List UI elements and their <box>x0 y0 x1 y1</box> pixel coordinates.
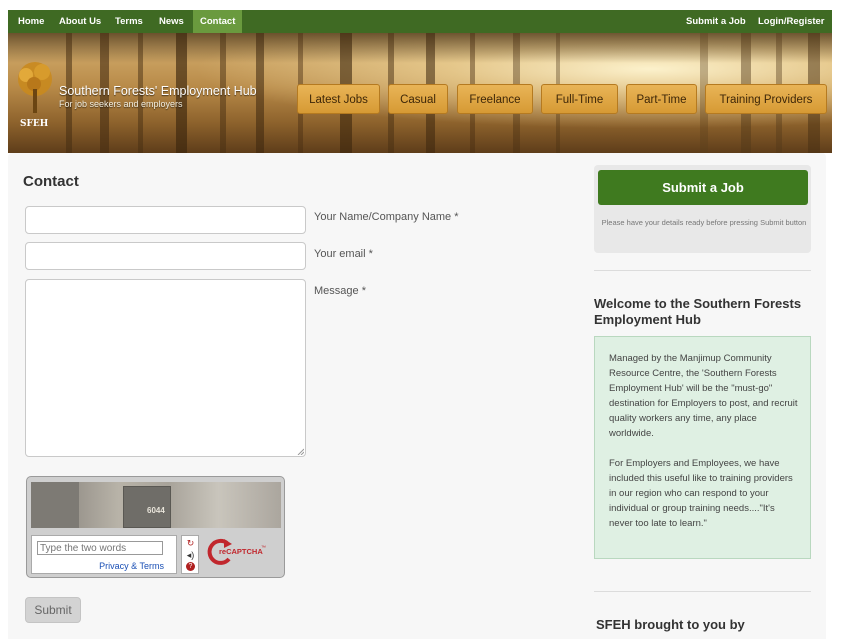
welcome-paragraph-1: Managed by the Manjimup Community Resour… <box>609 353 798 439</box>
captcha-input-box: Privacy & Terms <box>31 535 177 574</box>
audio-icon[interactable]: ◂) <box>185 550 196 561</box>
brought-to-you-title: SFEH brought to you by <box>596 617 745 632</box>
site-title[interactable]: Southern Forests' Employment Hub <box>59 84 257 98</box>
resize-handle-icon[interactable] <box>297 448 304 455</box>
tree-logo-icon <box>18 62 52 113</box>
recaptcha-trademark: ™ <box>261 545 266 551</box>
header-banner: SFEH Southern Forests' Employment Hub Fo… <box>8 33 832 153</box>
nav-about-us[interactable]: About Us <box>52 10 108 33</box>
email-label: Your email * <box>314 248 373 260</box>
message-label: Message * <box>314 285 366 297</box>
submit-job-hint: Please have your details ready before pr… <box>601 218 807 227</box>
divider <box>594 591 811 592</box>
category-part-time[interactable]: Part-Time <box>626 84 697 114</box>
category-latest-jobs[interactable]: Latest Jobs <box>297 84 380 114</box>
nav-submit-a-job[interactable]: Submit a Job <box>679 10 753 33</box>
divider <box>594 270 811 271</box>
captcha-privacy-link[interactable]: Privacy & Terms <box>99 561 164 571</box>
message-textarea[interactable] <box>25 279 306 457</box>
page-title: Contact <box>23 173 79 190</box>
submit-button[interactable]: Submit <box>25 597 81 623</box>
recaptcha-logo: reCAPTCHA ™ <box>205 537 266 567</box>
forest-canopy <box>8 33 832 63</box>
name-label: Your Name/Company Name * <box>314 211 459 223</box>
tree-trunk <box>256 33 264 153</box>
captcha-image: 6044 <box>31 482 281 528</box>
welcome-title: Welcome to the Southern Forests Employme… <box>594 296 802 327</box>
site-tagline: For job seekers and employers <box>59 99 183 109</box>
category-full-time[interactable]: Full-Time <box>541 84 618 114</box>
captcha-controls: ↻ ◂) ? <box>181 535 199 574</box>
recaptcha-brand: reCAPTCHA <box>219 547 263 556</box>
name-input[interactable] <box>25 206 306 234</box>
top-nav: Home About Us Terms News Contact Submit … <box>8 10 832 33</box>
logo-text: SFEH <box>20 119 49 129</box>
email-input[interactable] <box>25 242 306 270</box>
captcha-image-wall <box>31 482 79 528</box>
category-freelance[interactable]: Freelance <box>457 84 533 114</box>
category-casual[interactable]: Casual <box>388 84 448 114</box>
welcome-box: Managed by the Manjimup Community Resour… <box>594 336 811 559</box>
submit-job-button[interactable]: Submit a Job <box>598 170 808 205</box>
captcha-image-text: 6044 <box>147 506 165 515</box>
nav-terms[interactable]: Terms <box>108 10 150 33</box>
category-training-providers[interactable]: Training Providers <box>705 84 827 114</box>
help-icon[interactable]: ? <box>186 562 195 571</box>
nav-news[interactable]: News <box>152 10 191 33</box>
nav-login-register[interactable]: Login/Register <box>751 10 832 33</box>
refresh-icon[interactable]: ↻ <box>185 538 196 549</box>
captcha-input[interactable] <box>37 541 163 555</box>
welcome-paragraph-2: For Employers and Employees, we have inc… <box>609 458 793 529</box>
recaptcha-widget: 6044 Privacy & Terms ↻ ◂) ? reCAPTCHA ™ <box>26 476 285 578</box>
nav-home[interactable]: Home <box>11 10 51 33</box>
nav-contact[interactable]: Contact <box>193 10 243 33</box>
